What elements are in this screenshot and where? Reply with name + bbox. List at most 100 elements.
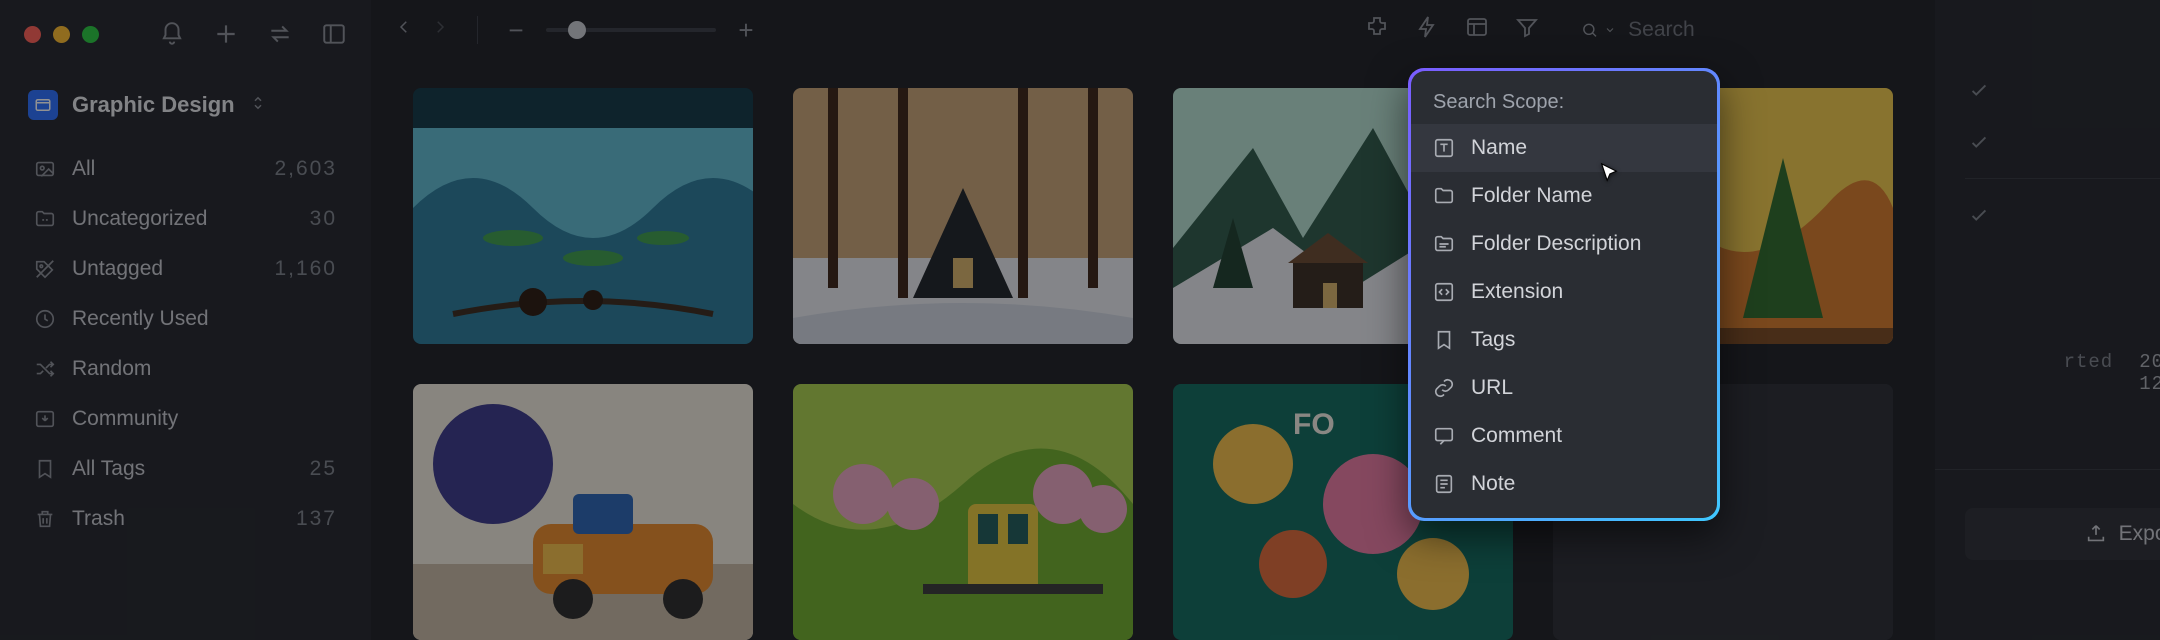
scope-option-name[interactable]: Name <box>1411 124 1717 172</box>
check-icon <box>1965 204 1993 226</box>
sidebar: Graphic Design All 2,603 Uncategorized 3… <box>0 0 371 640</box>
library-title: Graphic Design <box>72 92 235 118</box>
scope-option-extension[interactable]: Extension <box>1411 268 1717 316</box>
link-icon <box>1433 377 1455 399</box>
sidebar-nav: All 2,603 Uncategorized 30 Untagged 1,16… <box>0 140 371 548</box>
scope-option-folder-name[interactable]: Folder Name <box>1411 172 1717 220</box>
download-box-icon <box>34 408 56 430</box>
images-icon <box>34 158 56 180</box>
action-icon[interactable] <box>1415 15 1439 45</box>
sidebar-item-label: Untagged <box>72 257 163 281</box>
separator <box>1935 469 2160 470</box>
nav-history <box>395 18 449 42</box>
scope-option-label: Folder Description <box>1471 232 1641 256</box>
scope-option-url[interactable]: URL <box>1411 364 1717 412</box>
export-label: Export <box>2119 522 2160 546</box>
sidebar-item-trash[interactable]: Trash 137 <box>20 494 351 544</box>
chevron-updown-icon <box>249 92 267 118</box>
scope-option-note[interactable]: Note <box>1411 460 1717 508</box>
scope-option-label: Extension <box>1471 280 1563 304</box>
sidebar-item-community[interactable]: Community <box>20 394 351 444</box>
zoom-in-button[interactable]: + <box>736 15 756 46</box>
search-field[interactable] <box>1581 18 1911 42</box>
sidebar-item-untagged[interactable]: Untagged 1,160 <box>20 244 351 294</box>
thumbnail[interactable] <box>793 88 1133 344</box>
bookmark-icon <box>34 458 56 480</box>
filter-icon[interactable] <box>1515 15 1539 45</box>
sidebar-item-count: 137 <box>296 507 337 531</box>
scope-option-folder-desc[interactable]: Folder Description <box>1411 220 1717 268</box>
inspector-row[interactable]: s <box>1965 189 2160 241</box>
sidebar-item-label: Community <box>72 407 178 431</box>
sidebar-item-uncategorized[interactable]: Uncategorized 30 <box>20 194 351 244</box>
minimize-window-button[interactable] <box>53 26 70 43</box>
scope-option-tags[interactable]: Tags <box>1411 316 1717 364</box>
plus-icon[interactable] <box>213 21 239 47</box>
code-box-icon <box>1433 281 1455 303</box>
search-input[interactable] <box>1628 18 1911 42</box>
detail-row: 31.72 MB <box>1965 305 2160 343</box>
thumbnail[interactable] <box>793 384 1133 640</box>
detail-row: Create <box>1965 403 2160 441</box>
scope-option-label: Folder Name <box>1471 184 1592 208</box>
comment-icon <box>1433 425 1455 447</box>
library-selector[interactable]: Graphic Design <box>28 90 343 120</box>
close-window-button[interactable] <box>24 26 41 43</box>
inspector-details: 72 31.72 MB rted 2019/08/01 12:03 Create <box>1935 259 2160 449</box>
extension-icon[interactable] <box>1365 15 1389 45</box>
sidebar-item-all[interactable]: All 2,603 <box>20 144 351 194</box>
bookmark-icon <box>1433 329 1455 351</box>
check-icon <box>1965 131 1993 153</box>
zoom-control: − + <box>506 15 756 46</box>
bell-icon[interactable] <box>159 21 185 47</box>
detail-row: rted 2019/08/01 12:03 <box>1965 343 2160 403</box>
nav-back-button[interactable] <box>395 18 413 42</box>
window-controls[interactable] <box>24 26 99 43</box>
scope-option-label: Comment <box>1471 424 1562 448</box>
sidebar-item-alltags[interactable]: All Tags 25 <box>20 444 351 494</box>
folder-uncat-icon <box>34 208 56 230</box>
thumbnail[interactable] <box>413 384 753 640</box>
inspector-fields: rawn tion s <box>1935 46 2160 259</box>
sidebar-item-random[interactable]: Random <box>20 344 351 394</box>
zoom-out-button[interactable]: − <box>506 15 526 46</box>
sidebar-item-recent[interactable]: Recently Used <box>20 294 351 344</box>
transfer-icon[interactable] <box>267 21 293 47</box>
scope-option-label: Name <box>1471 136 1527 160</box>
sidebar-item-label: Recently Used <box>72 307 209 331</box>
chevron-down-icon[interactable] <box>1604 23 1616 37</box>
search-icon <box>1581 20 1598 40</box>
sidebar-item-count: 30 <box>310 207 337 231</box>
inspector-row[interactable]: tion <box>1965 116 2160 168</box>
sidebar-item-label: All Tags <box>72 457 145 481</box>
thumbnail[interactable] <box>413 88 753 344</box>
sidebar-item-label: Trash <box>72 507 125 531</box>
check-icon <box>1965 79 1993 101</box>
main-toolbar: − + <box>371 0 1935 60</box>
clock-icon <box>34 308 56 330</box>
zoom-slider-thumb[interactable] <box>568 21 586 39</box>
shuffle-icon <box>34 358 56 380</box>
detail-label <box>1965 313 2160 335</box>
nav-forward-button[interactable] <box>431 18 449 42</box>
zoom-slider[interactable] <box>546 28 716 32</box>
detail-label <box>1965 275 2160 297</box>
scope-option-comment[interactable]: Comment <box>1411 412 1717 460</box>
sidebar-item-count: 2,603 <box>274 157 337 181</box>
separator <box>1965 178 2160 179</box>
scope-option-label: URL <box>1471 376 1513 400</box>
library-icon <box>28 90 58 120</box>
export-icon <box>2085 523 2107 545</box>
scope-option-label: Note <box>1471 472 1515 496</box>
layout-icon[interactable] <box>1465 15 1489 45</box>
titlebar <box>0 8 371 60</box>
sidebar-item-label: All <box>72 157 95 181</box>
panel-toggle-icon[interactable] <box>321 21 347 47</box>
detail-label <box>1965 411 2160 433</box>
folder-icon <box>1433 185 1455 207</box>
export-button[interactable]: Export <box>1965 508 2160 560</box>
fullscreen-window-button[interactable] <box>82 26 99 43</box>
popover-title: Search Scope: <box>1411 79 1717 124</box>
inspector-row[interactable]: rawn <box>1965 64 2160 116</box>
mouse-cursor <box>1598 162 1620 184</box>
